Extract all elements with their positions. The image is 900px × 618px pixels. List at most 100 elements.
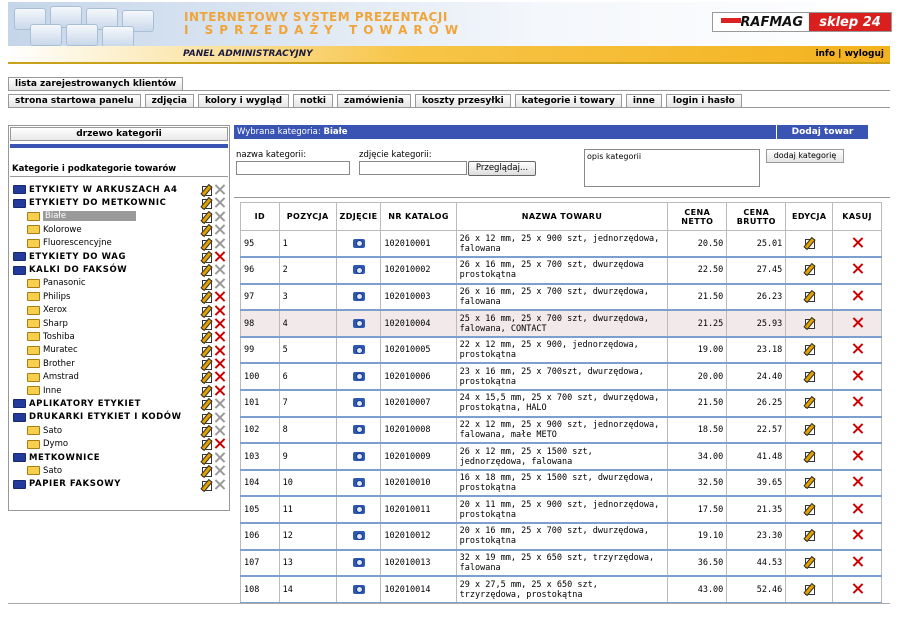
category-tree-item[interactable]: APLIKATORY ETYKIET xyxy=(13,397,227,411)
edit-pencil-icon[interactable] xyxy=(804,396,815,409)
delete-x-icon[interactable] xyxy=(852,343,863,354)
edit-pencil-icon[interactable] xyxy=(804,423,815,435)
delete-x-icon[interactable] xyxy=(214,305,225,316)
delete-x-icon[interactable] xyxy=(214,398,225,409)
category-name-input[interactable] xyxy=(236,161,350,175)
edit-pencil-icon[interactable] xyxy=(201,425,212,438)
edit-pencil-icon[interactable] xyxy=(201,479,212,491)
edit-pencil-icon[interactable] xyxy=(201,371,212,384)
table-row[interactable]: 105 11 102010011 20 x 11 mm, 25 x 900 szt, … xyxy=(240,496,882,525)
category-tree-item[interactable]: ETYKIETY W ARKUSZACH A4 xyxy=(13,183,227,196)
camera-icon[interactable] xyxy=(352,478,365,488)
delete-x-icon[interactable] xyxy=(852,423,863,434)
edit-pencil-icon[interactable] xyxy=(201,318,212,330)
delete-x-icon[interactable] xyxy=(852,476,863,487)
delete-x-icon[interactable] xyxy=(214,184,225,195)
table-row[interactable]: 97 3 102010003 26 x 16 mm, 25 x 700 szt, dw… xyxy=(240,283,882,312)
edit-pencil-icon[interactable] xyxy=(804,317,815,329)
delete-x-icon[interactable] xyxy=(214,238,225,249)
add-category-button[interactable]: dodaj kategorię xyxy=(766,149,844,163)
column-header[interactable]: ZDJĘCIE xyxy=(335,202,382,231)
brand-logo[interactable]: RAFMAG sklep 24 xyxy=(712,12,892,32)
category-tree-item[interactable]: Amstrad xyxy=(13,370,227,384)
delete-x-icon[interactable] xyxy=(852,290,863,301)
delete-x-icon[interactable] xyxy=(214,224,225,235)
column-header[interactable]: NR KATALOG xyxy=(380,202,457,231)
nav-button-2[interactable]: kolory i wygląd xyxy=(197,94,290,108)
edit-pencil-icon[interactable] xyxy=(804,503,815,515)
edit-pencil-icon[interactable] xyxy=(201,465,212,478)
edit-pencil-icon[interactable] xyxy=(201,452,212,464)
edit-pencil-icon[interactable] xyxy=(201,385,212,397)
category-tree-item[interactable]: Xerox xyxy=(13,304,227,317)
delete-x-icon[interactable] xyxy=(852,503,863,514)
delete-x-icon[interactable] xyxy=(214,438,225,449)
logout-link[interactable]: wyloguj xyxy=(845,49,884,59)
edit-pencil-icon[interactable] xyxy=(201,331,212,344)
category-tree-item[interactable]: Sharp xyxy=(13,317,227,330)
nav-button-0[interactable]: strona startowa panelu xyxy=(8,94,141,108)
category-tree-item[interactable]: Kolorowe xyxy=(13,223,227,237)
delete-x-icon[interactable] xyxy=(214,251,225,262)
category-tree-item[interactable]: DRUKARKI ETYKIET I KODÓW xyxy=(13,411,227,424)
edit-pencil-icon[interactable] xyxy=(804,583,815,595)
edit-pencil-icon[interactable] xyxy=(201,278,212,290)
nav-button-6[interactable]: kategorie i towary xyxy=(514,94,622,108)
table-row[interactable]: 101 7 102010007 24 x 15,5 mm, 25 x 700 szt,… xyxy=(240,390,882,418)
edit-pencil-icon[interactable] xyxy=(201,251,212,263)
info-link[interactable]: info xyxy=(815,49,835,59)
column-header[interactable]: POZYCJA xyxy=(278,202,337,231)
column-header[interactable]: CENA NETTO xyxy=(667,202,728,231)
delete-x-icon[interactable] xyxy=(852,317,863,328)
camera-icon[interactable] xyxy=(352,398,365,408)
category-description-textarea[interactable]: opis kategorii xyxy=(584,149,760,187)
category-tree-item[interactable]: Dymo xyxy=(13,437,227,451)
edit-pencil-icon[interactable] xyxy=(201,412,212,424)
category-tree-item[interactable]: PAPIER FAKSOWY xyxy=(13,478,227,491)
nav-button-8[interactable]: login i hasło xyxy=(665,94,742,108)
edit-pencil-icon[interactable] xyxy=(201,358,212,371)
delete-x-icon[interactable] xyxy=(214,264,225,275)
category-tree-item[interactable]: Białe xyxy=(13,210,227,223)
delete-x-icon[interactable] xyxy=(852,556,863,567)
edit-pencil-icon[interactable] xyxy=(804,529,815,542)
column-header[interactable]: EDYCJA xyxy=(785,202,834,231)
table-row[interactable]: 108 14 102010014 29 x 27,5 mm, 25 x 650 szt… xyxy=(240,576,882,604)
camera-icon[interactable] xyxy=(352,291,365,301)
camera-icon[interactable] xyxy=(352,531,365,541)
category-tree-item[interactable]: Sato xyxy=(13,424,227,438)
delete-x-icon[interactable] xyxy=(852,450,863,461)
delete-x-icon[interactable] xyxy=(214,425,225,436)
table-row[interactable]: 107 13 102010013 32 x 19 mm, 25 x 650 szt, … xyxy=(240,549,882,578)
edit-pencil-icon[interactable] xyxy=(201,184,212,196)
edit-pencil-icon[interactable] xyxy=(201,238,212,250)
edit-pencil-icon[interactable] xyxy=(201,224,212,237)
table-row[interactable]: 96 2 102010002 26 x 16 mm, 25 x 700 szt, dw… xyxy=(240,257,882,285)
delete-x-icon[interactable] xyxy=(852,237,863,248)
category-tree-item[interactable]: Fluorescencyjne xyxy=(13,237,227,250)
delete-x-icon[interactable] xyxy=(214,412,225,423)
edit-pencil-icon[interactable] xyxy=(804,476,815,489)
table-row[interactable]: 95 1 102010001 26 x 12 mm, 25 x 900 szt, je… xyxy=(240,230,882,259)
camera-icon[interactable] xyxy=(352,557,365,567)
table-row[interactable]: 106 12 102010012 20 x 16 mm, 25 x 700 szt, … xyxy=(240,523,882,551)
edit-pencil-icon[interactable] xyxy=(804,263,815,276)
category-tree-item[interactable]: Toshiba xyxy=(13,330,227,344)
category-tree-item[interactable]: Brother xyxy=(13,357,227,371)
camera-icon[interactable] xyxy=(352,451,365,461)
column-header[interactable]: ID xyxy=(240,202,280,231)
delete-x-icon[interactable] xyxy=(214,318,225,329)
category-photo-input[interactable] xyxy=(359,161,467,175)
category-tree-item[interactable]: ETYKIETY DO WAG xyxy=(13,250,227,263)
delete-x-icon[interactable] xyxy=(852,263,863,274)
browse-button[interactable]: Przeglądaj... xyxy=(468,161,536,176)
category-tree-item[interactable]: Panasonic xyxy=(13,277,227,290)
edit-pencil-icon[interactable] xyxy=(201,197,212,210)
delete-x-icon[interactable] xyxy=(852,370,863,381)
category-tree-item[interactable]: KALKI DO FAKSÓW xyxy=(13,263,227,277)
category-tree-item[interactable]: Muratec xyxy=(13,344,227,357)
category-tree-button[interactable]: drzewo kategorii xyxy=(10,127,228,141)
edit-pencil-icon[interactable] xyxy=(201,291,212,304)
category-tree-item[interactable]: Philips xyxy=(13,290,227,304)
table-row[interactable]: 102 8 102010008 22 x 12 mm, 25 x 900 szt, j… xyxy=(240,416,882,445)
